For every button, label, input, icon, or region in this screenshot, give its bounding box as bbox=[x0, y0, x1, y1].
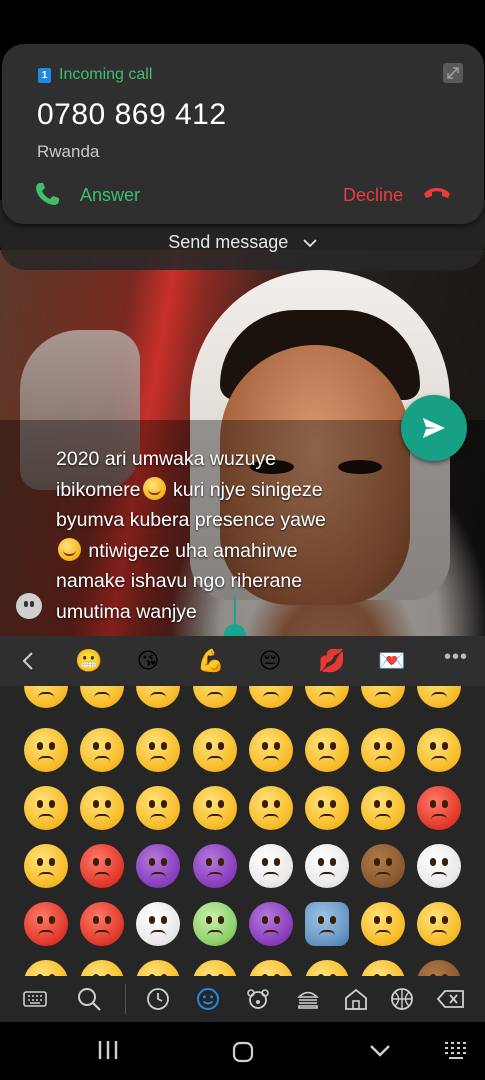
decline-button[interactable]: Decline bbox=[340, 178, 460, 210]
smiling-face-emoji bbox=[58, 537, 81, 561]
emoji-cell[interactable] bbox=[417, 786, 461, 830]
send-message-button[interactable]: Send message bbox=[0, 232, 485, 262]
emoji-cell[interactable] bbox=[80, 728, 124, 772]
recent-emoji-5[interactable]: 💋 bbox=[318, 648, 345, 674]
keyboard-switch-icon[interactable] bbox=[443, 1040, 469, 1065]
emoji-cell[interactable] bbox=[136, 844, 180, 888]
answer-label: Answer bbox=[80, 185, 141, 205]
emoji-cell[interactable] bbox=[249, 960, 293, 976]
recent-apps-icon[interactable] bbox=[97, 1040, 119, 1065]
emoji-cell[interactable] bbox=[361, 844, 405, 888]
emoji-cell[interactable] bbox=[417, 902, 461, 946]
emoji-cell[interactable] bbox=[136, 960, 180, 976]
backspace-icon[interactable] bbox=[436, 986, 466, 1012]
animals-icon[interactable] bbox=[245, 986, 271, 1012]
recent-emoji-4[interactable]: 😔 bbox=[257, 648, 283, 674]
emoji-cell[interactable] bbox=[417, 844, 461, 888]
emoji-cell[interactable] bbox=[24, 686, 68, 708]
emoji-cell[interactable] bbox=[193, 786, 237, 830]
emoji-cell[interactable] bbox=[193, 902, 237, 946]
emoji-cell[interactable] bbox=[80, 902, 124, 946]
emoji-cell[interactable] bbox=[193, 728, 237, 772]
recent-clock-icon[interactable] bbox=[145, 986, 171, 1012]
emoji-cell[interactable] bbox=[136, 686, 180, 708]
sim-badge: 1 bbox=[38, 68, 51, 83]
phone-answer-icon bbox=[34, 181, 62, 212]
emoji-cell[interactable] bbox=[417, 686, 461, 708]
chevron-down-icon bbox=[303, 235, 317, 253]
emoji-cell[interactable] bbox=[193, 686, 237, 708]
recent-emoji-1[interactable]: 😬 bbox=[75, 648, 102, 674]
more-icon[interactable]: ••• bbox=[444, 646, 468, 669]
emoji-cell[interactable] bbox=[249, 786, 293, 830]
emoji-cell[interactable] bbox=[305, 960, 349, 976]
status-bar bbox=[0, 0, 485, 44]
emoji-cell[interactable] bbox=[361, 960, 405, 976]
recent-emoji-6[interactable]: 💌 bbox=[378, 648, 405, 674]
emoji-cell[interactable] bbox=[249, 686, 293, 708]
compose-line: ntiwigeze uha amahirwe bbox=[56, 536, 416, 567]
recent-emoji-bar: 😬 😘 💪 😔 💋 💌 ••• bbox=[0, 636, 485, 686]
emoji-keyboard: 😬 😘 💪 😔 💋 💌 ••• bbox=[0, 636, 485, 1022]
emoji-cell[interactable] bbox=[361, 728, 405, 772]
emoji-cell[interactable] bbox=[136, 786, 180, 830]
emoji-cell[interactable] bbox=[305, 786, 349, 830]
recent-emoji-3[interactable]: 💪 bbox=[197, 648, 224, 674]
decline-label: Decline bbox=[343, 185, 404, 205]
search-icon[interactable] bbox=[76, 986, 102, 1012]
emoji-cell[interactable] bbox=[80, 686, 124, 708]
emoji-cell[interactable] bbox=[361, 902, 405, 946]
compose-line: 2020 ari umwaka wuzuye bbox=[56, 448, 277, 470]
emoji-cell[interactable] bbox=[80, 960, 124, 976]
emoji-cell[interactable] bbox=[361, 786, 405, 830]
emoji-cell[interactable] bbox=[136, 902, 180, 946]
emoji-cell[interactable] bbox=[249, 902, 293, 946]
compose-line: byumva kubera presence yawe bbox=[56, 509, 326, 531]
incoming-call-label: Incoming call bbox=[59, 66, 153, 83]
category-divider bbox=[125, 984, 126, 1014]
emoji-toggle-icon[interactable] bbox=[16, 593, 42, 619]
emoji-cell[interactable] bbox=[24, 960, 68, 976]
emoji-cell[interactable] bbox=[305, 686, 349, 708]
emoji-cell[interactable] bbox=[249, 728, 293, 772]
emoji-cell[interactable] bbox=[305, 728, 349, 772]
emoji-cell[interactable] bbox=[417, 728, 461, 772]
phone-decline-icon bbox=[422, 184, 452, 205]
emoji-grid bbox=[0, 686, 485, 976]
food-icon[interactable] bbox=[295, 986, 321, 1012]
navigation-bar bbox=[0, 1022, 485, 1080]
expand-icon[interactable] bbox=[443, 63, 463, 83]
caller-country: Rwanda bbox=[37, 142, 100, 161]
hide-keyboard-icon[interactable] bbox=[369, 1044, 391, 1063]
relieved-face-emoji bbox=[142, 476, 166, 500]
emoji-cell[interactable] bbox=[305, 844, 349, 888]
back-arrow-icon[interactable] bbox=[22, 651, 34, 676]
send-message-label: Send message bbox=[168, 232, 289, 252]
emoji-cell[interactable] bbox=[24, 902, 68, 946]
emoji-cell[interactable] bbox=[80, 786, 124, 830]
emoji-cell[interactable] bbox=[136, 728, 180, 772]
emoji-cell[interactable] bbox=[361, 686, 405, 708]
emoji-cell[interactable] bbox=[249, 844, 293, 888]
emoji-cell[interactable] bbox=[24, 786, 68, 830]
recent-emoji-2[interactable]: 😘 bbox=[135, 648, 161, 674]
emoji-cell[interactable] bbox=[305, 902, 349, 946]
send-icon bbox=[423, 418, 445, 438]
emoji-cell[interactable] bbox=[80, 844, 124, 888]
compose-line: ibikomere kuri njye sinigeze bbox=[56, 476, 323, 501]
answer-button[interactable]: Answer bbox=[34, 178, 154, 210]
emoji-cell[interactable] bbox=[417, 960, 461, 976]
smileys-icon[interactable] bbox=[195, 986, 221, 1012]
emoji-cell[interactable] bbox=[24, 728, 68, 772]
emoji-cell[interactable] bbox=[193, 960, 237, 976]
emoji-cell[interactable] bbox=[24, 844, 68, 888]
home-icon[interactable] bbox=[231, 1040, 255, 1069]
keyboard-icon[interactable] bbox=[22, 986, 48, 1012]
activities-icon[interactable] bbox=[389, 986, 415, 1012]
emoji-category-bar bbox=[0, 976, 485, 1022]
compose-line: namake ishavu ngo riherane bbox=[56, 570, 303, 592]
caller-number: 0780 869 412 bbox=[37, 98, 227, 131]
travel-icon[interactable] bbox=[343, 986, 369, 1012]
emoji-cell[interactable] bbox=[193, 844, 237, 888]
